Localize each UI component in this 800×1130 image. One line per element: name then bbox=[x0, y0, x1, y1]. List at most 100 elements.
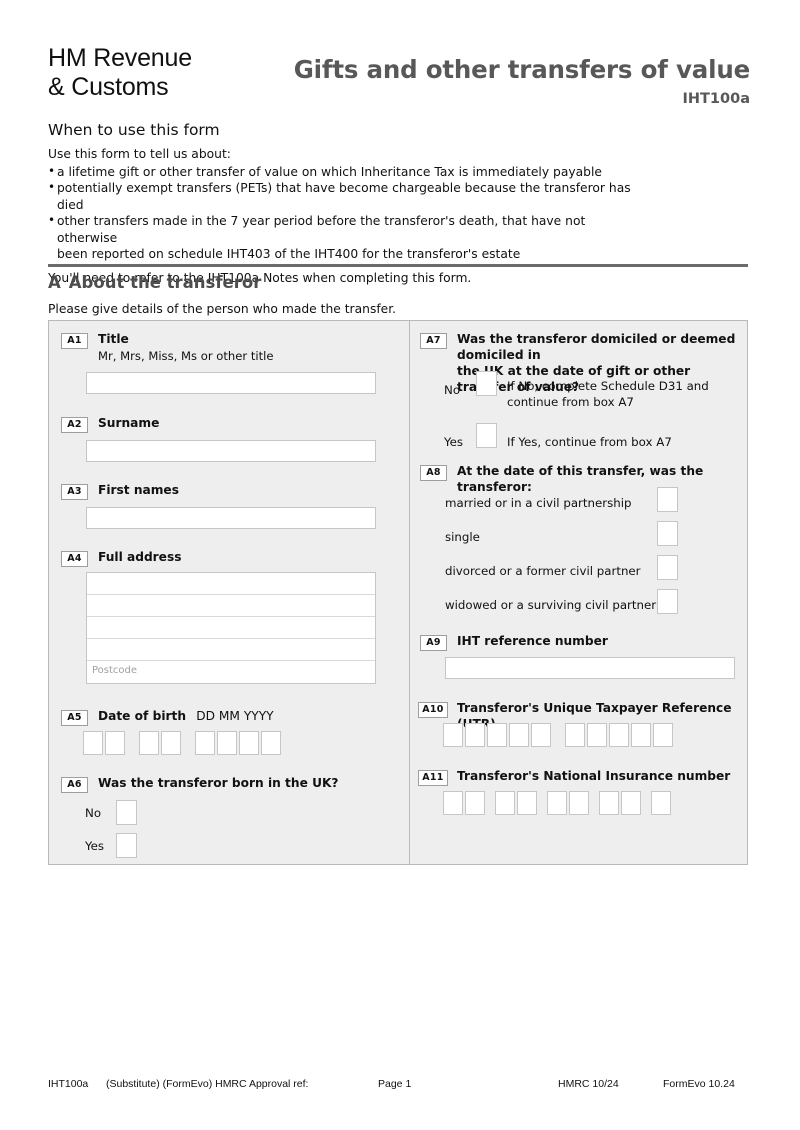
input-surname[interactable] bbox=[86, 440, 376, 462]
ni-box-6[interactable] bbox=[569, 791, 589, 815]
section-a-panel: A1 Title Mr, Mrs, Miss, Ms or other titl… bbox=[48, 320, 748, 865]
utr-box-2[interactable] bbox=[465, 723, 485, 747]
ni-box-7[interactable] bbox=[599, 791, 619, 815]
utr-group-2 bbox=[565, 723, 673, 747]
option-label-a8-married: married or in a civil partnership bbox=[445, 496, 632, 510]
utr-box-3[interactable] bbox=[487, 723, 507, 747]
input-address-line-4[interactable] bbox=[87, 639, 375, 661]
dob-year-box-4[interactable] bbox=[261, 731, 281, 755]
option-label-a7-yes: Yes bbox=[444, 435, 464, 449]
checkbox-a6-no[interactable] bbox=[116, 800, 137, 825]
input-iht-reference[interactable] bbox=[445, 657, 735, 679]
section-a-letter: A bbox=[48, 273, 61, 292]
postcode-placeholder: Postcode bbox=[92, 665, 138, 676]
ni-group-4 bbox=[599, 791, 641, 815]
utr-box-1[interactable] bbox=[443, 723, 463, 747]
intro-lead: Use this form to tell us about: bbox=[48, 147, 231, 161]
page-title: Gifts and other transfers of value bbox=[293, 55, 750, 84]
option-note-a7-no-line1: If No, complete Schedule D31 and bbox=[507, 379, 709, 393]
intro-bullet-text: potentially exempt transfers (PETs) that… bbox=[57, 181, 631, 212]
list-item: • potentially exempt transfers (PETs) tha… bbox=[48, 180, 648, 213]
input-national-insurance bbox=[443, 791, 671, 815]
utr-box-4[interactable] bbox=[509, 723, 529, 747]
checkbox-a8-single[interactable] bbox=[657, 521, 678, 546]
field-tag-a1: A1 bbox=[61, 333, 88, 349]
intro-block: When to use this form Use this form to t… bbox=[48, 121, 648, 287]
input-address-line-2[interactable] bbox=[87, 595, 375, 617]
left-column: A1 Title Mr, Mrs, Miss, Ms or other titl… bbox=[49, 321, 409, 864]
field-label-a7-line1: Was the transferor domiciled or deemed d… bbox=[457, 332, 736, 362]
bullet-icon: • bbox=[48, 163, 56, 178]
list-item: • other transfers made in the 7 year peri… bbox=[48, 213, 648, 246]
field-label-a4: Full address bbox=[98, 550, 182, 564]
footer-page-number: Page 1 bbox=[378, 1078, 412, 1090]
dob-year-box-3[interactable] bbox=[239, 731, 259, 755]
ni-box-8[interactable] bbox=[621, 791, 641, 815]
input-title[interactable] bbox=[86, 372, 376, 394]
field-tag-a2: A2 bbox=[61, 417, 88, 433]
dob-month-box-1[interactable] bbox=[139, 731, 159, 755]
ni-box-5[interactable] bbox=[547, 791, 567, 815]
checkbox-a7-no[interactable] bbox=[476, 371, 497, 396]
field-tag-a6: A6 bbox=[61, 777, 88, 793]
field-tag-a8: A8 bbox=[420, 465, 447, 481]
footer-formevo-version: FormEvo 10.24 bbox=[663, 1078, 735, 1090]
field-tag-a7: A7 bbox=[420, 333, 447, 349]
utr-box-5[interactable] bbox=[531, 723, 551, 747]
dob-year-box-1[interactable] bbox=[195, 731, 215, 755]
ni-box-9[interactable] bbox=[651, 791, 671, 815]
utr-box-6[interactable] bbox=[565, 723, 585, 747]
checkbox-a7-yes[interactable] bbox=[476, 423, 497, 448]
hmrc-logo: HM Revenue & Customs bbox=[48, 44, 192, 102]
intro-bullet-text: a lifetime gift or other transfer of val… bbox=[57, 164, 602, 179]
field-label-a8: At the date of this transfer, was the tr… bbox=[457, 464, 704, 494]
field-label-a9: IHT reference number bbox=[457, 634, 608, 648]
option-note-a7-no: If No, complete Schedule D31 and continu… bbox=[507, 378, 722, 410]
list-item: • a lifetime gift or other transfer of va… bbox=[48, 164, 648, 181]
option-note-a7-yes: If Yes, continue from box A7 bbox=[507, 435, 672, 449]
option-label-a8-widowed: widowed or a surviving civil partner bbox=[445, 598, 657, 612]
field-tag-a3: A3 bbox=[61, 484, 88, 500]
utr-box-7[interactable] bbox=[587, 723, 607, 747]
checkbox-a6-yes[interactable] bbox=[116, 833, 137, 858]
utr-box-9[interactable] bbox=[631, 723, 651, 747]
field-label-a2: Surname bbox=[98, 416, 160, 430]
input-date-of-birth bbox=[83, 731, 281, 755]
ni-box-2[interactable] bbox=[465, 791, 485, 815]
intro-bullet-list: • a lifetime gift or other transfer of va… bbox=[48, 164, 648, 264]
page-footer: IHT100a (Substitute) (FormEvo) HMRC Appr… bbox=[48, 1078, 748, 1098]
right-column: A7 Was the transferor domiciled or deeme… bbox=[410, 321, 748, 864]
dob-day-box-2[interactable] bbox=[105, 731, 125, 755]
field-label-a5-text: Date of birth bbox=[98, 709, 187, 723]
ni-box-4[interactable] bbox=[517, 791, 537, 815]
field-label-a6: Was the transferor born in the UK? bbox=[98, 776, 339, 790]
option-label-a8-single: single bbox=[445, 530, 480, 544]
dob-year-box-2[interactable] bbox=[217, 731, 237, 755]
list-item-continuation: been reported on schedule IHT403 of the … bbox=[48, 246, 648, 263]
input-first-names[interactable] bbox=[86, 507, 376, 529]
input-address-block: Postcode bbox=[86, 572, 376, 684]
checkbox-a8-widowed[interactable] bbox=[657, 589, 678, 614]
input-address-line-3[interactable] bbox=[87, 617, 375, 639]
option-label-a7-no: No bbox=[444, 383, 461, 397]
dob-month-box-2[interactable] bbox=[161, 731, 181, 755]
checkbox-a8-divorced[interactable] bbox=[657, 555, 678, 580]
footer-form-ref: IHT100a bbox=[48, 1078, 89, 1090]
field-tag-a4: A4 bbox=[61, 551, 88, 567]
ni-box-1[interactable] bbox=[443, 791, 463, 815]
checkbox-a8-married[interactable] bbox=[657, 487, 678, 512]
field-tag-a11: A11 bbox=[418, 770, 448, 786]
form-page: HM Revenue & Customs Gifts and other tra… bbox=[0, 0, 800, 1130]
dob-month-group bbox=[139, 731, 181, 755]
utr-box-8[interactable] bbox=[609, 723, 629, 747]
input-postcode[interactable]: Postcode bbox=[87, 661, 375, 683]
utr-box-10[interactable] bbox=[653, 723, 673, 747]
ni-box-3[interactable] bbox=[495, 791, 515, 815]
field-label-a3: First names bbox=[98, 483, 179, 497]
option-note-a7-no-line2: continue from box A7 bbox=[507, 395, 634, 409]
intro-heading: When to use this form bbox=[48, 121, 220, 139]
field-label-a5: Date of birth DD MM YYYY bbox=[98, 708, 274, 724]
input-address-line-1[interactable] bbox=[87, 573, 375, 595]
dob-day-box-1[interactable] bbox=[83, 731, 103, 755]
intro-bullet-continuation: been reported on schedule IHT403 of the … bbox=[57, 247, 521, 262]
